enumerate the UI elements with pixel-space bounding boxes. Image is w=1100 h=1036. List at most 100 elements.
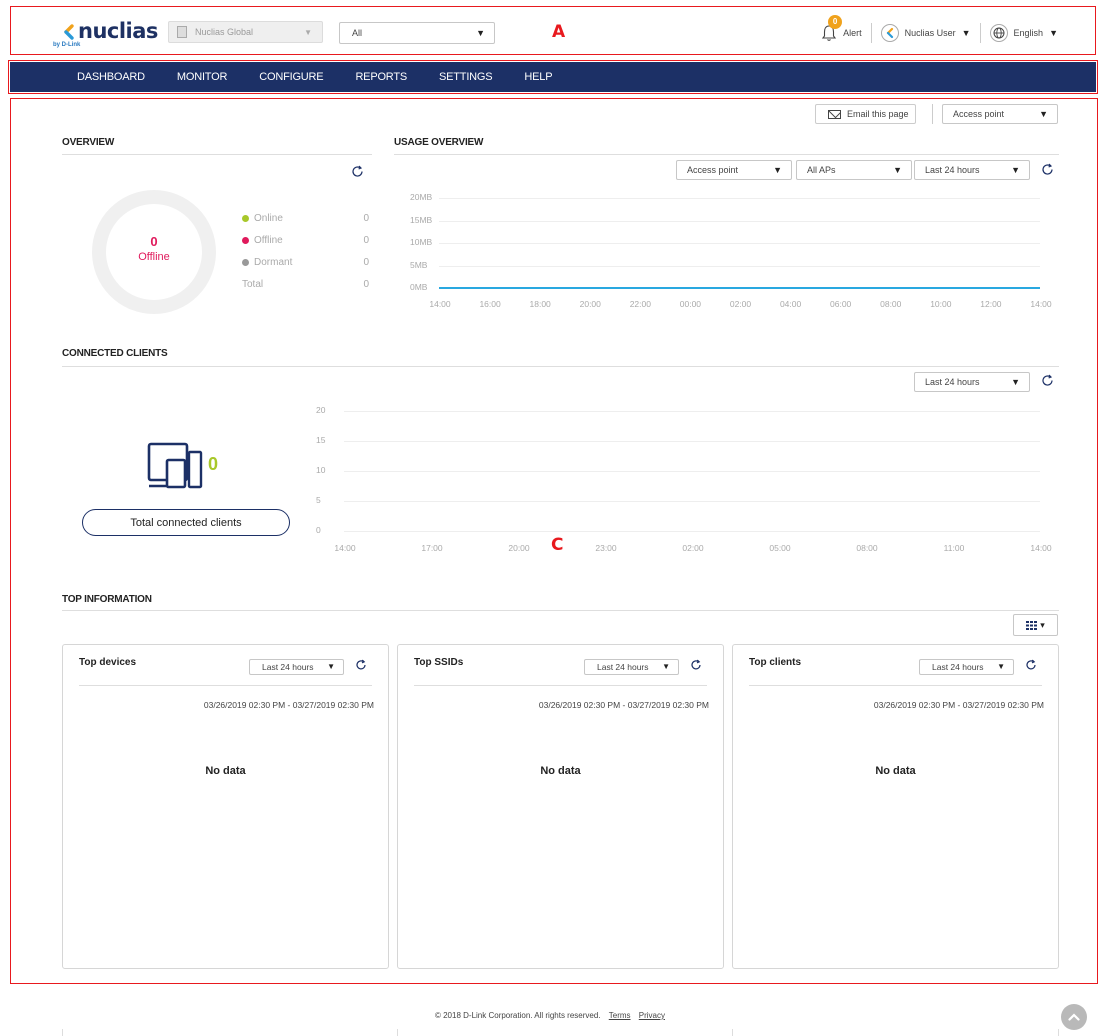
privacy-link[interactable]: Privacy	[639, 1011, 665, 1020]
user-avatar-icon[interactable]	[880, 24, 899, 42]
x-tick-label: 14:00	[1030, 543, 1052, 553]
online-dot	[242, 215, 249, 222]
nav-monitor[interactable]: MONITOR	[177, 71, 228, 83]
alert-label[interactable]: Alert	[843, 28, 862, 38]
chart-gridline	[344, 501, 1040, 502]
refresh-icon[interactable]	[355, 659, 367, 671]
x-tick-label: 17:00	[421, 543, 443, 553]
clients-range-value: Last 24 hours	[925, 377, 980, 387]
legend-label: Total	[242, 279, 264, 290]
device-type-value: Access point	[953, 109, 1005, 119]
nuclias-logo[interactable]: nuclias	[62, 19, 158, 43]
terms-link[interactable]: Terms	[609, 1011, 631, 1020]
refresh-icon[interactable]	[690, 659, 702, 671]
legend-value: 0	[363, 257, 369, 268]
alert-bell-icon[interactable]: 0	[821, 15, 843, 42]
legend-offline: Offline 0	[242, 235, 372, 246]
top-clients-card: Top clients Last 24 hours ▼ 03/26/2019 0…	[732, 644, 1059, 969]
main-nav: DASHBOARD MONITOR CONFIGURE REPORTS SETT…	[10, 62, 1096, 92]
site-select[interactable]: Nuclias Global ▼	[168, 21, 323, 43]
usage-divider	[394, 154, 1059, 155]
x-tick-label: 08:00	[880, 299, 902, 309]
top-info-divider	[62, 610, 1059, 611]
card-range-value: Last 24 hours	[597, 662, 649, 672]
card-date-range: 03/26/2019 02:30 PM - 03/27/2019 02:30 P…	[873, 700, 1044, 710]
device-type-select[interactable]: Access point ▼	[942, 104, 1058, 124]
grid-view-button[interactable]: ▾	[1013, 614, 1058, 636]
refresh-icon[interactable]	[1025, 659, 1037, 671]
chevron-down-icon[interactable]: ▼	[962, 28, 971, 38]
chevron-down-icon: ▼	[304, 28, 312, 37]
y-tick-label: 20MB	[410, 192, 433, 202]
usage-type-select[interactable]: Access point ▼	[676, 160, 792, 180]
card-divider	[79, 685, 372, 686]
scroll-to-top-button[interactable]	[1061, 1004, 1087, 1030]
no-data-text: No data	[540, 765, 581, 777]
no-data-text: No data	[205, 765, 246, 777]
usage-aps-select[interactable]: All APs ▼	[796, 160, 912, 180]
legend-online: Online 0	[242, 213, 372, 224]
globe-icon[interactable]	[989, 24, 1008, 42]
legend-value: 0	[363, 279, 369, 290]
nav-configure[interactable]: CONFIGURE	[259, 71, 323, 83]
refresh-icon[interactable]	[1041, 163, 1054, 176]
card-range-value: Last 24 hours	[932, 662, 984, 672]
legend-value: 0	[363, 213, 369, 224]
chevron-down-icon[interactable]: ▼	[1049, 28, 1058, 38]
card-range-select[interactable]: Last 24 hours ▼	[249, 659, 344, 675]
connected-clients-title: CONNECTED CLIENTS	[62, 348, 168, 359]
overview-divider	[62, 154, 372, 155]
x-tick-label: 20:00	[579, 299, 601, 309]
divider	[870, 23, 872, 43]
email-page-button[interactable]: Email this page	[815, 104, 916, 124]
scope-select[interactable]: All ▼	[339, 22, 495, 44]
card-date-range: 03/26/2019 02:30 PM - 03/27/2019 02:30 P…	[538, 700, 709, 710]
x-tick-label: 11:00	[943, 543, 965, 553]
x-tick-label: 02:00	[729, 299, 752, 309]
card-title: Top SSIDs	[414, 657, 464, 668]
divider	[979, 23, 981, 43]
connected-clients-count: 0	[208, 454, 219, 474]
refresh-icon[interactable]	[1041, 374, 1054, 387]
usage-overview-title: USAGE OVERVIEW	[394, 137, 484, 148]
x-tick-label: 23:00	[595, 543, 617, 553]
card-range-select[interactable]: Last 24 hours ▼	[919, 659, 1014, 675]
clients-range-select[interactable]: Last 24 hours ▼	[914, 372, 1030, 392]
chart-gridline	[344, 531, 1040, 532]
refresh-icon[interactable]	[351, 165, 364, 178]
x-tick-label: 04:00	[779, 299, 802, 309]
chart-gridline	[439, 265, 1040, 267]
devices-icon	[147, 442, 203, 489]
scope-select-value: All	[352, 28, 363, 38]
clients-divider	[62, 366, 1059, 367]
email-page-label: Email this page	[847, 109, 909, 119]
logo-text: nuclias	[78, 19, 158, 43]
usage-range-select[interactable]: Last 24 hours ▼	[914, 160, 1030, 180]
nav-help[interactable]: HELP	[524, 71, 552, 83]
user-menu-label[interactable]: Nuclias User	[905, 28, 956, 38]
x-tick-label: 18:00	[529, 299, 551, 309]
card-divider	[749, 685, 1042, 686]
donut-label: Offline	[138, 251, 170, 263]
usage-aps-value: All APs	[807, 165, 836, 175]
legend-label: Dormant	[254, 257, 293, 268]
grid-icon	[1026, 620, 1038, 630]
total-connected-clients-button[interactable]: Total connected clients	[82, 509, 290, 536]
chevron-down-icon: ▼	[893, 165, 902, 175]
card-range-select[interactable]: Last 24 hours ▼	[584, 659, 679, 675]
language-label[interactable]: English	[1014, 28, 1044, 38]
chart-gridline	[344, 441, 1040, 442]
chevron-down-icon: ▼	[773, 165, 782, 175]
chevron-down-icon: ▼	[1011, 165, 1020, 175]
chart-gridline	[439, 288, 1040, 289]
nav-reports[interactable]: REPORTS	[355, 71, 407, 83]
chart-gridline	[344, 411, 1040, 412]
dormant-dot	[242, 259, 249, 266]
usage-range-value: Last 24 hours	[925, 165, 980, 175]
nav-settings[interactable]: SETTINGS	[439, 71, 493, 83]
chevron-down-icon: ▼	[1039, 109, 1048, 119]
nav-dashboard[interactable]: DASHBOARD	[77, 71, 145, 83]
x-tick-label: 12:00	[980, 299, 1002, 309]
y-tick-label: 0	[316, 525, 321, 535]
x-tick-label: 20:00	[508, 543, 530, 553]
